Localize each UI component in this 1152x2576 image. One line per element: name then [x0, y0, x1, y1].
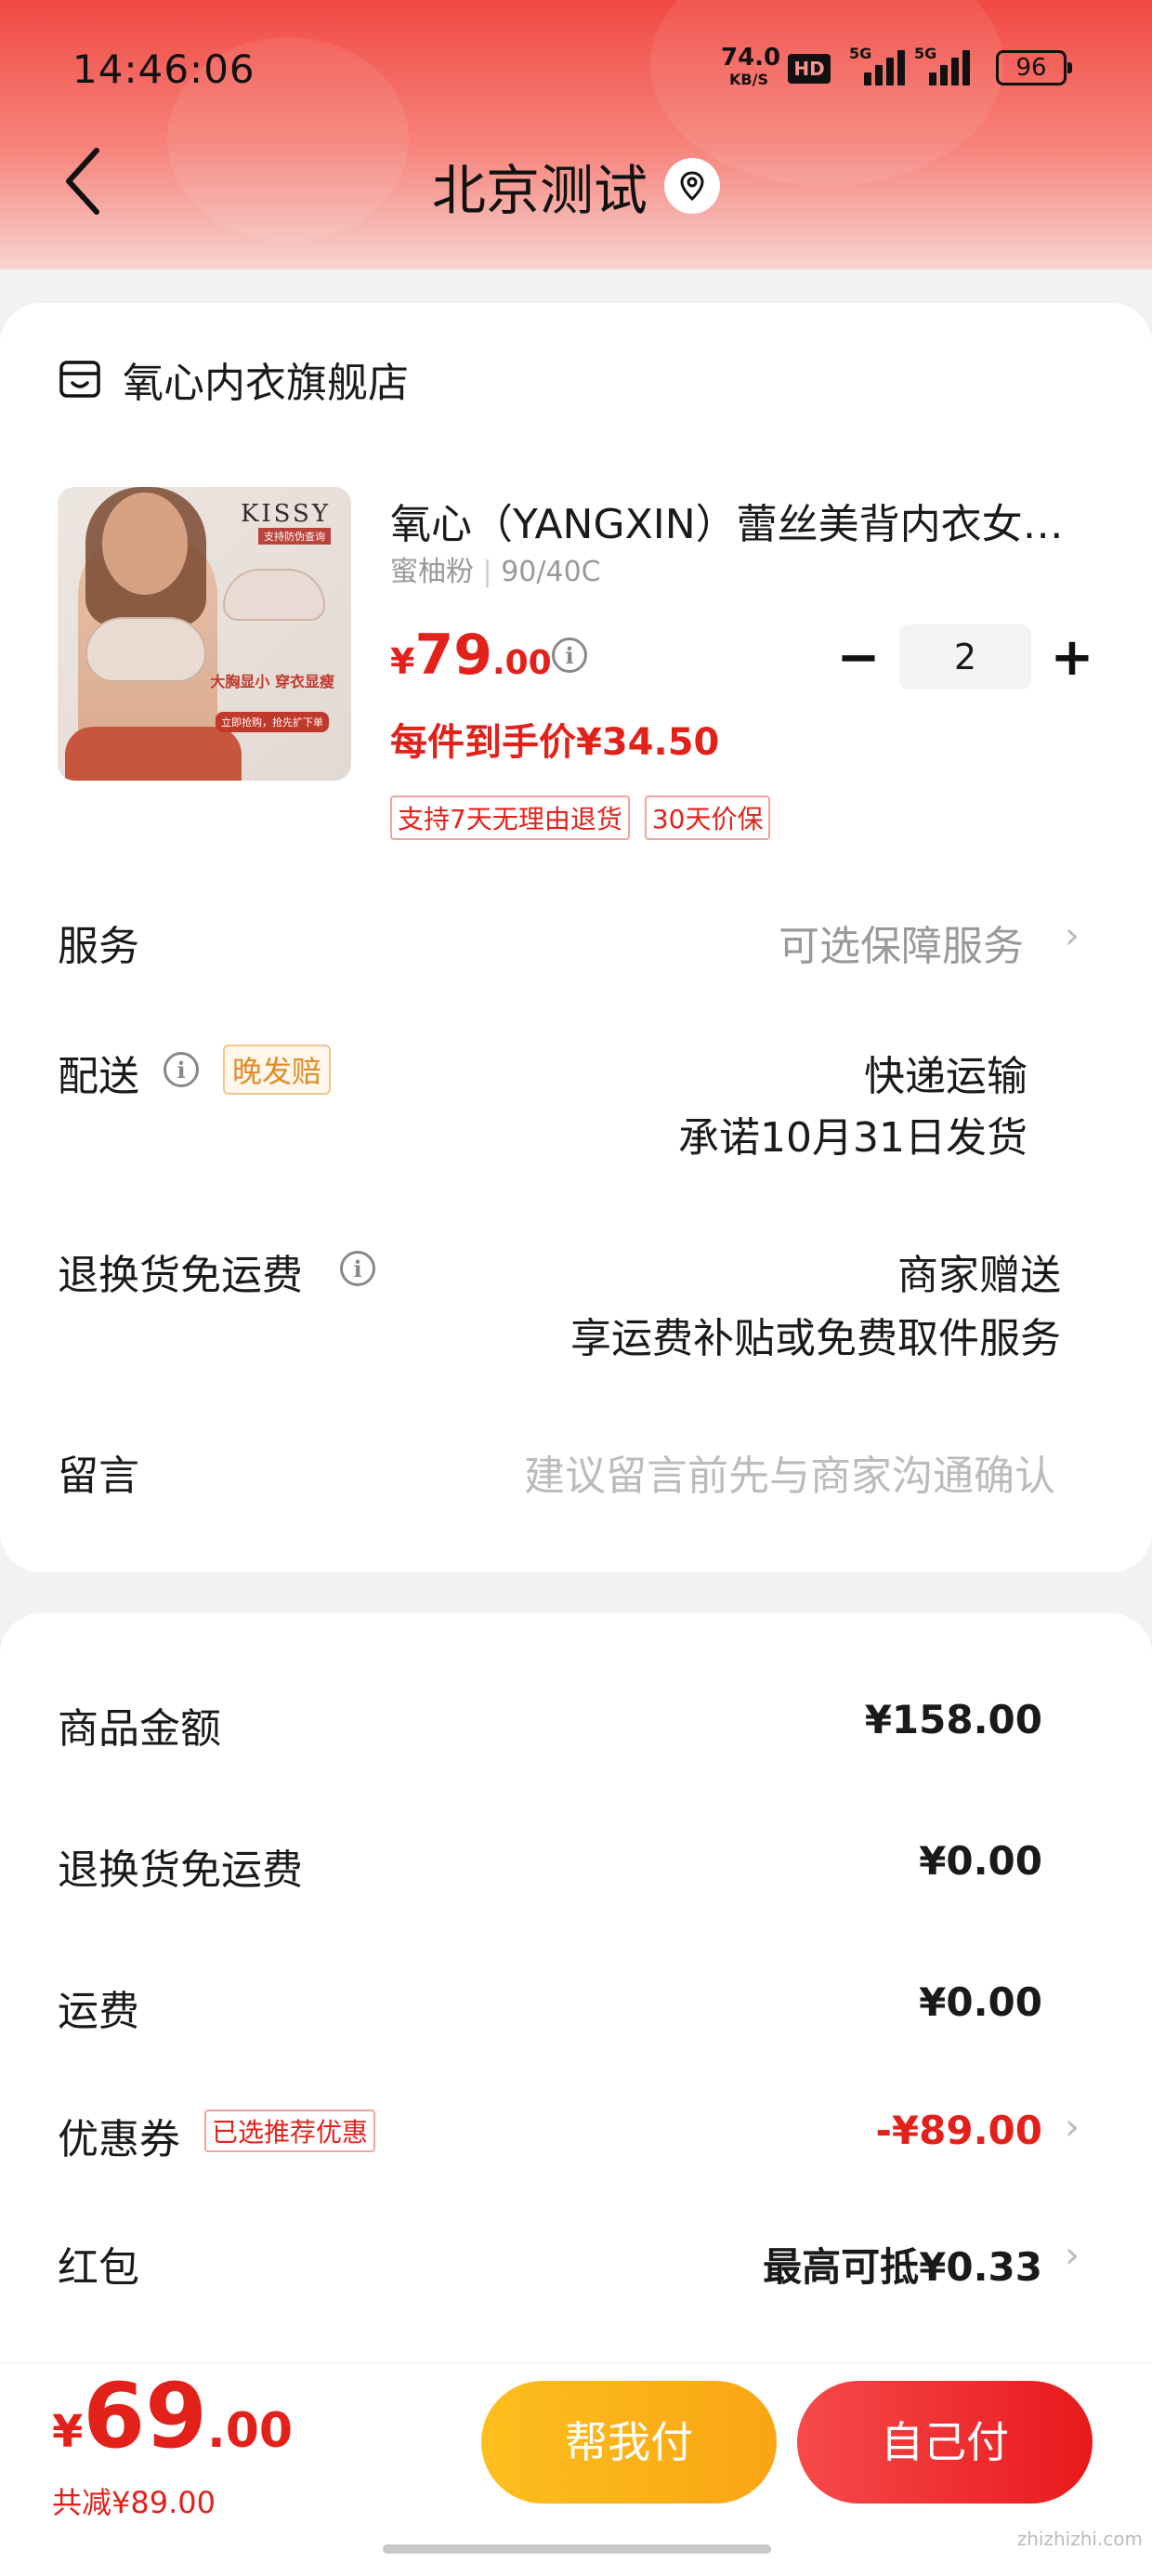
- delivery-info-icon[interactable]: i: [164, 1052, 199, 1087]
- network-speed-value: 74.0: [721, 44, 781, 72]
- price-currency: ¥: [390, 641, 415, 682]
- network-speed: 74.0 KB/S: [721, 44, 781, 91]
- quantity-decrease-button[interactable]: −: [831, 624, 886, 690]
- pay-myself-button[interactable]: 自己付: [797, 2381, 1093, 2504]
- price-decimal: .00: [491, 644, 552, 682]
- order-item-card: 氧心内衣旗舰店 KISSY 支持防伪查询 大胸显小 穿衣显瘦 立即抢购，抢先扩下…: [0, 303, 1152, 1572]
- header-background: 14:46:06 74.0 KB/S HD 5G 5G 96 北京测试: [0, 0, 1152, 269]
- goods-amount-label: 商品金额: [58, 1705, 221, 1753]
- signal-icon: 5G: [849, 45, 905, 87]
- product-spec-separator: |: [482, 556, 492, 588]
- product-spec[interactable]: 蜜柚粉 | 90/40C: [390, 548, 601, 589]
- battery-icon: 96: [996, 50, 1072, 85]
- chevron-right-icon: ›: [1065, 2106, 1080, 2149]
- sim1-label: 5G: [849, 45, 872, 62]
- product-image-promo: 大胸显小 穿衣显瘦: [210, 673, 334, 690]
- signal-icon: 5G: [914, 45, 970, 87]
- delivery-promise: 承诺10月31日发货: [678, 1114, 1028, 1162]
- shop-icon: [58, 357, 102, 401]
- total-currency: ¥: [52, 2406, 84, 2458]
- shipping-label: 运费: [58, 1988, 139, 2035]
- price-info-icon[interactable]: i: [552, 637, 587, 673]
- product-tag: 支持7天无理由退货: [390, 795, 630, 840]
- location-pin-icon: [664, 158, 720, 214]
- hd-voice-icon: HD: [788, 54, 831, 84]
- total-decimal: .00: [207, 2403, 294, 2459]
- watermark: zhizhizhi.com: [1016, 2528, 1143, 2550]
- late-compensation-badge: 晚发赔: [223, 1045, 332, 1095]
- per-item-price: 每件到手价¥34.50: [390, 721, 720, 764]
- red-packet-label: 红包: [58, 2244, 139, 2292]
- network-speed-unit: KB/S: [729, 71, 768, 88]
- product-price: ¥ 79 .00: [390, 623, 552, 688]
- address-title-text: 北京测试: [431, 159, 648, 222]
- shipping-value: ¥0.00: [919, 1979, 1042, 2025]
- product-spec-size: 90/40C: [501, 556, 601, 588]
- return-shipping-value: 商家赠送: [897, 1252, 1061, 1299]
- address-title[interactable]: 北京测试: [0, 147, 1152, 225]
- shop-row[interactable]: 氧心内衣旗舰店: [58, 349, 409, 409]
- message-label: 留言: [58, 1452, 139, 1500]
- chevron-right-icon: ›: [1065, 2234, 1080, 2277]
- coupon-label: 优惠券: [58, 2116, 180, 2163]
- quantity-increase-button[interactable]: +: [1044, 624, 1100, 690]
- total-integer: 69: [83, 2364, 207, 2468]
- home-indicator[interactable]: [383, 2544, 771, 2554]
- product-image[interactable]: KISSY 支持防伪查询 大胸显小 穿衣显瘦 立即抢购，抢先扩下单: [58, 487, 351, 781]
- sim2-label: 5G: [914, 45, 937, 62]
- return-fee-value: ¥0.00: [919, 1838, 1042, 1884]
- coupon-badge: 已选推荐优惠: [204, 2109, 376, 2152]
- coupon-value: -¥89.00: [875, 2108, 1042, 2153]
- red-packet-value: 最高可抵¥0.33: [763, 2244, 1042, 2290]
- product-spec-color: 蜜柚粉: [390, 556, 474, 588]
- price-integer: 79: [414, 623, 492, 688]
- message-input[interactable]: 建议留言前先与商家沟通确认: [524, 1442, 1055, 1502]
- product-title[interactable]: 氧心（YANGXIN）蕾丝美背内衣女调整型收副乳聚拢文胸: [390, 491, 1078, 550]
- product-image-promo-cta: 立即抢购，抢先扩下单: [216, 712, 329, 732]
- return-fee-label: 退换货免运费: [58, 1847, 303, 1894]
- quantity-stepper: − 2 +: [831, 624, 1100, 690]
- delivery-method: 快递运输: [864, 1053, 1028, 1100]
- total-price: ¥ 69 .00: [52, 2364, 293, 2468]
- service-value: 可选保障服务: [779, 923, 1024, 970]
- product-tags: 支持7天无理由退货 30天价保: [390, 795, 771, 840]
- status-bar: 14:46:06 74.0 KB/S HD 5G 5G 96: [0, 37, 1152, 102]
- delivery-label: 配送: [58, 1053, 139, 1100]
- quantity-input[interactable]: 2: [899, 624, 1031, 690]
- return-shipping-detail: 享运费补贴或免费取件服务: [570, 1315, 1061, 1362]
- return-shipping-label: 退换货免运费: [58, 1252, 303, 1299]
- product-image-brand: KISSY: [240, 500, 331, 528]
- product-image-brand-sub: 支持防伪查询: [258, 528, 331, 545]
- goods-amount-value: ¥158.00: [864, 1697, 1042, 1742]
- status-time: 14:46:06: [72, 46, 255, 92]
- return-shipping-info-icon[interactable]: i: [340, 1251, 375, 1286]
- service-label: 服务: [58, 923, 139, 970]
- shop-name: 氧心内衣旗舰店: [123, 360, 409, 407]
- chevron-right-icon: ›: [1065, 914, 1080, 957]
- product-tag: 30天价保: [644, 795, 771, 840]
- help-me-pay-button[interactable]: 帮我付: [481, 2381, 777, 2504]
- total-discount: 共减¥89.00: [52, 2485, 216, 2520]
